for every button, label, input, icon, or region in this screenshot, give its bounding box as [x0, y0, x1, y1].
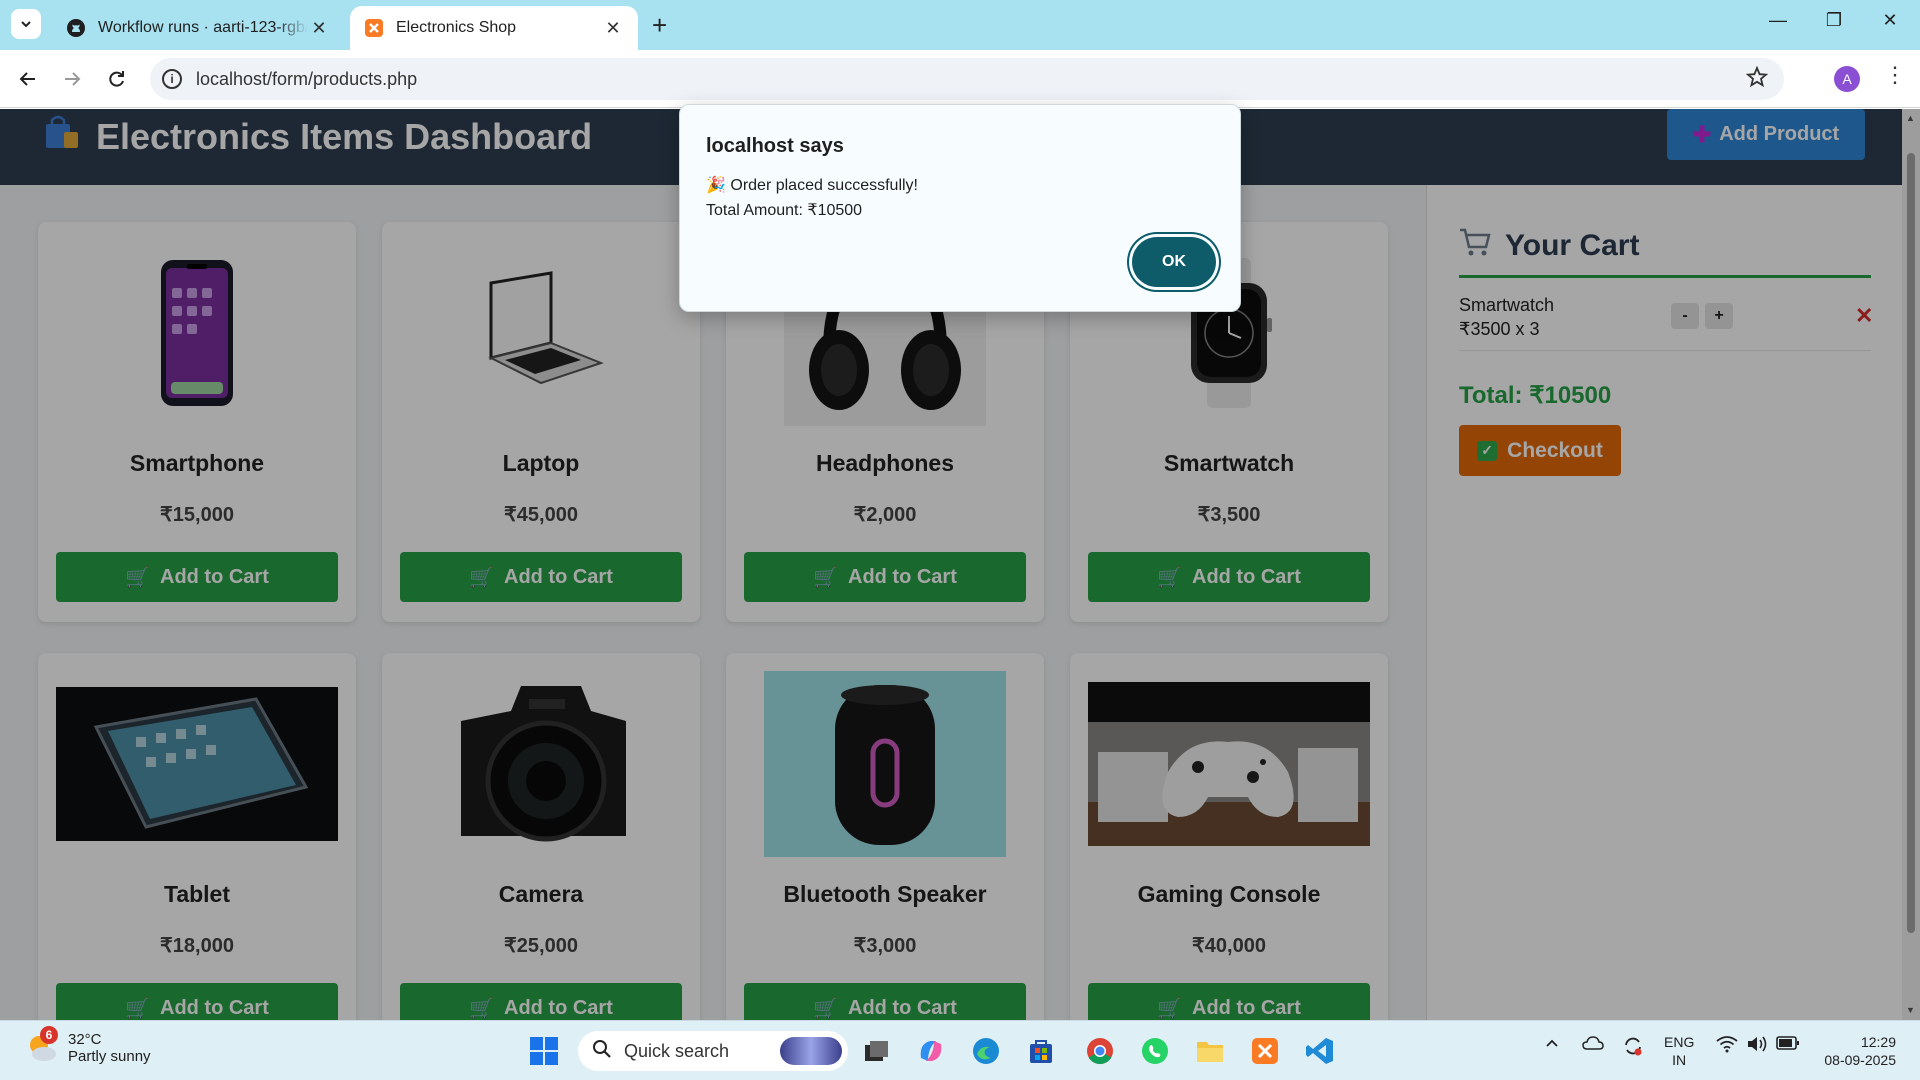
sync-icon[interactable] — [1622, 1035, 1644, 1060]
profile-avatar[interactable]: A — [1834, 66, 1860, 92]
reload-icon[interactable] — [103, 65, 131, 93]
restore-icon[interactable]: ❐ — [1814, 10, 1854, 31]
wifi-icon[interactable] — [1716, 1035, 1738, 1056]
weather-widget[interactable]: 6 32°C Partly sunny — [26, 1026, 151, 1065]
xampp-icon[interactable] — [1247, 1033, 1283, 1069]
tab-electronics-shop[interactable]: Electronics Shop ✕ — [350, 6, 638, 50]
bookmark-star-icon[interactable] — [1745, 65, 1769, 93]
taskbar-search[interactable]: Quick search — [578, 1031, 848, 1071]
url-text: localhost/form/products.php — [196, 68, 418, 89]
weather-condition: Partly sunny — [68, 1048, 151, 1065]
region-code: IN — [1672, 1052, 1687, 1068]
language-code: ENG — [1664, 1034, 1695, 1050]
github-icon — [66, 18, 86, 38]
xampp-icon — [364, 18, 384, 38]
search-label: Quick search — [624, 1040, 730, 1061]
microsoft-store-icon[interactable] — [1023, 1033, 1059, 1069]
input-language-indicator[interactable]: ENG IN — [1664, 1033, 1694, 1069]
back-arrow-icon[interactable] — [14, 65, 42, 93]
alert-dialog: localhost says 🎉 Order placed successful… — [679, 104, 1241, 312]
chevron-down-icon — [21, 21, 31, 28]
show-hidden-icons-chevron-icon[interactable] — [1544, 1035, 1560, 1054]
tab-title: Workflow runs · aarti-123-rgb/a — [98, 19, 308, 36]
dialog-message-line-1: 🎉 Order placed successfully! — [706, 177, 918, 194]
onedrive-cloud-icon[interactable] — [1582, 1035, 1604, 1054]
clock-time: 12:29 — [1860, 1034, 1896, 1050]
weather-temperature: 32°C — [68, 1031, 102, 1048]
tab-title: Electronics Shop — [396, 19, 517, 36]
tab-search-button[interactable] — [11, 9, 41, 39]
close-window-icon[interactable]: ✕ — [1870, 10, 1910, 31]
browser-toolbar: i localhost/form/products.php A ⋮ — [0, 50, 1920, 108]
clock-date: 08-09-2025 — [1824, 1052, 1896, 1068]
windows-taskbar: 6 32°C Partly sunny Quick search ENG IN … — [0, 1020, 1920, 1080]
chrome-icon[interactable] — [1082, 1033, 1118, 1069]
dialog-ok-button[interactable]: OK — [1132, 237, 1216, 287]
system-clock[interactable]: 12:29 08-09-2025 — [1816, 1033, 1896, 1069]
tab-strip: Workflow runs · aarti-123-rgb/a ✕ Electr… — [0, 0, 1920, 50]
more-menu-icon[interactable]: ⋮ — [1884, 64, 1906, 86]
whatsapp-icon[interactable] — [1137, 1033, 1173, 1069]
dialog-message-line-2: Total Amount: ₹10500 — [706, 202, 863, 219]
tab-workflow-runs[interactable]: Workflow runs · aarti-123-rgb/a ✕ — [52, 6, 344, 50]
weather-alert-badge: 6 — [40, 1026, 58, 1044]
search-icon — [592, 1039, 612, 1064]
task-view-icon[interactable] — [858, 1033, 894, 1069]
vscode-icon[interactable] — [1302, 1033, 1338, 1069]
file-explorer-icon[interactable] — [1192, 1033, 1228, 1069]
minimize-icon[interactable]: — — [1758, 10, 1798, 31]
forward-arrow-icon[interactable] — [58, 65, 86, 93]
search-highlight-image — [780, 1037, 842, 1065]
battery-icon[interactable] — [1776, 1035, 1800, 1054]
edge-browser-icon[interactable] — [968, 1033, 1004, 1069]
volume-icon[interactable] — [1746, 1035, 1768, 1056]
weather-sun-cloud-icon: 6 — [26, 1026, 58, 1064]
close-icon[interactable]: ✕ — [602, 18, 624, 39]
site-info-icon[interactable]: i — [162, 69, 182, 89]
address-bar[interactable]: i localhost/form/products.php — [150, 58, 1784, 100]
close-icon[interactable]: ✕ — [308, 18, 330, 39]
dialog-title: localhost says — [706, 135, 844, 157]
copilot-icon[interactable] — [913, 1033, 949, 1069]
windows-start-icon[interactable] — [526, 1033, 562, 1069]
new-tab-plus-icon[interactable]: + — [652, 12, 667, 38]
